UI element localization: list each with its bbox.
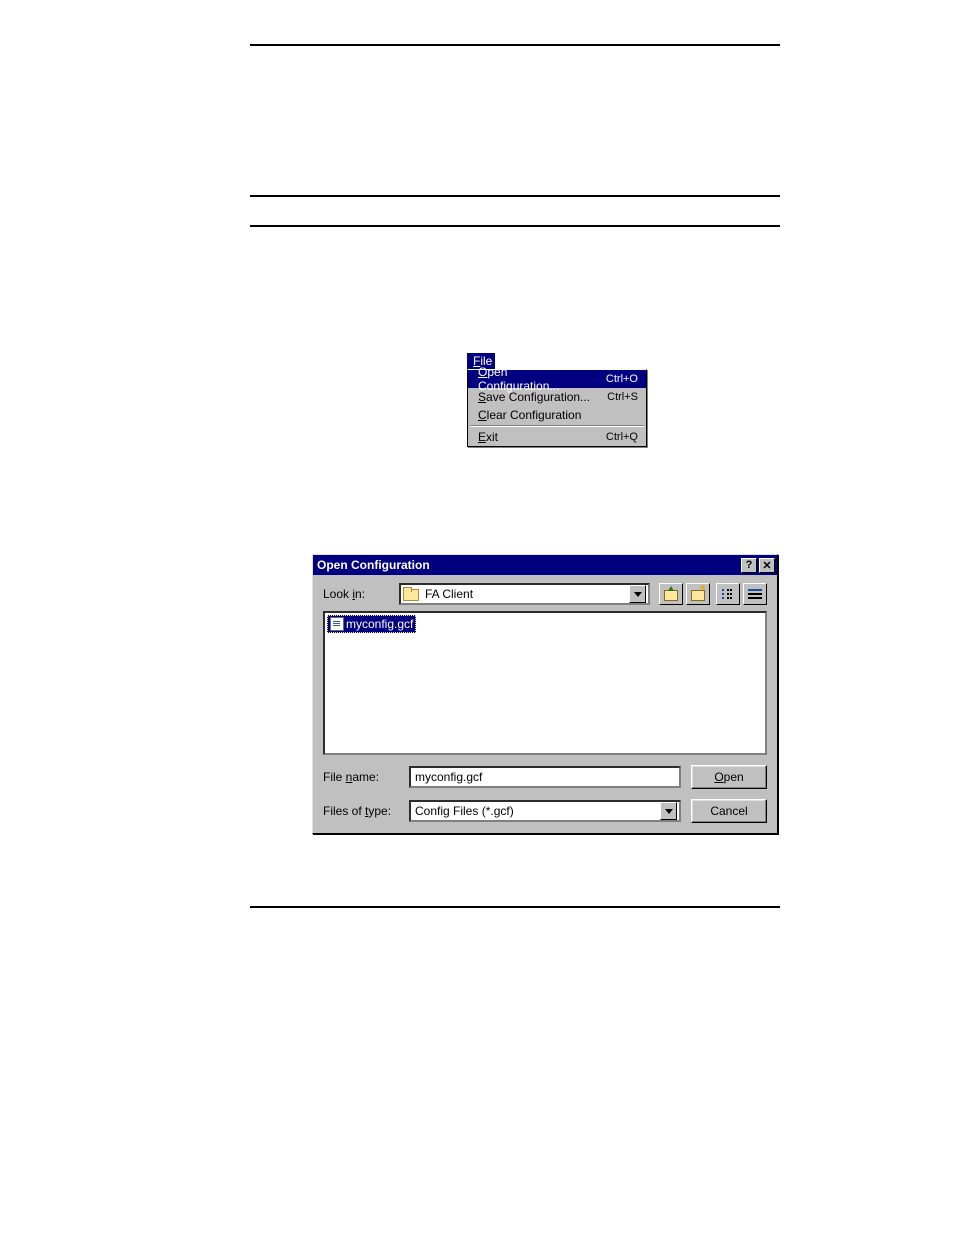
new-folder-button[interactable] <box>686 583 710 605</box>
divider <box>250 195 780 197</box>
look-in-label: Look in: <box>323 587 399 601</box>
dropdown-button[interactable] <box>629 585 646 603</box>
open-button[interactable]: Open <box>691 765 767 789</box>
file-name-label: File name: <box>323 770 409 784</box>
file-name-input[interactable]: myconfig.gcf <box>409 766 681 788</box>
open-configuration-dialog: Open Configuration ? ✕ Look in: FA Clien… <box>312 554 778 834</box>
details-view-button[interactable] <box>743 583 767 605</box>
list-view-button[interactable] <box>716 583 740 605</box>
document-icon <box>330 617 344 631</box>
shortcut-label: Ctrl+S <box>607 391 638 403</box>
dropdown-button[interactable] <box>660 802 677 820</box>
file-menu-popup: Open Configuration... Ctrl+O Save Config… <box>467 369 647 447</box>
file-list-pane[interactable]: myconfig.gcf <box>323 611 767 755</box>
dialog-title: Open Configuration <box>317 558 739 572</box>
cancel-button[interactable]: Cancel <box>691 799 767 823</box>
shortcut-label: Ctrl+O <box>606 373 638 385</box>
folder-icon <box>403 587 419 601</box>
help-button[interactable]: ? <box>741 558 757 573</box>
divider <box>250 225 780 227</box>
close-button[interactable]: ✕ <box>759 558 775 573</box>
divider <box>250 44 780 46</box>
menu-separator <box>470 425 644 427</box>
files-of-type-label: Files of type: <box>323 804 409 818</box>
file-menu: File Open Configuration... Ctrl+O Save C… <box>467 353 647 447</box>
look-in-value: FA Client <box>425 587 473 601</box>
menu-item-save-configuration[interactable]: Save Configuration... Ctrl+S <box>468 388 646 406</box>
menu-item-open-configuration[interactable]: Open Configuration... Ctrl+O <box>468 370 646 388</box>
titlebar: Open Configuration ? ✕ <box>313 555 777 575</box>
divider <box>250 906 780 908</box>
menu-item-clear-configuration[interactable]: Clear Configuration <box>468 406 646 424</box>
menu-item-exit[interactable]: Exit Ctrl+Q <box>468 428 646 446</box>
file-item[interactable]: myconfig.gcf <box>327 615 416 633</box>
look-in-combo[interactable]: FA Client <box>399 583 650 605</box>
files-of-type-value: Config Files (*.gcf) <box>415 804 514 818</box>
files-of-type-select[interactable]: Config Files (*.gcf) <box>409 800 681 822</box>
file-item-name: myconfig.gcf <box>346 617 413 631</box>
shortcut-label: Ctrl+Q <box>606 431 638 443</box>
up-one-level-button[interactable] <box>659 583 683 605</box>
